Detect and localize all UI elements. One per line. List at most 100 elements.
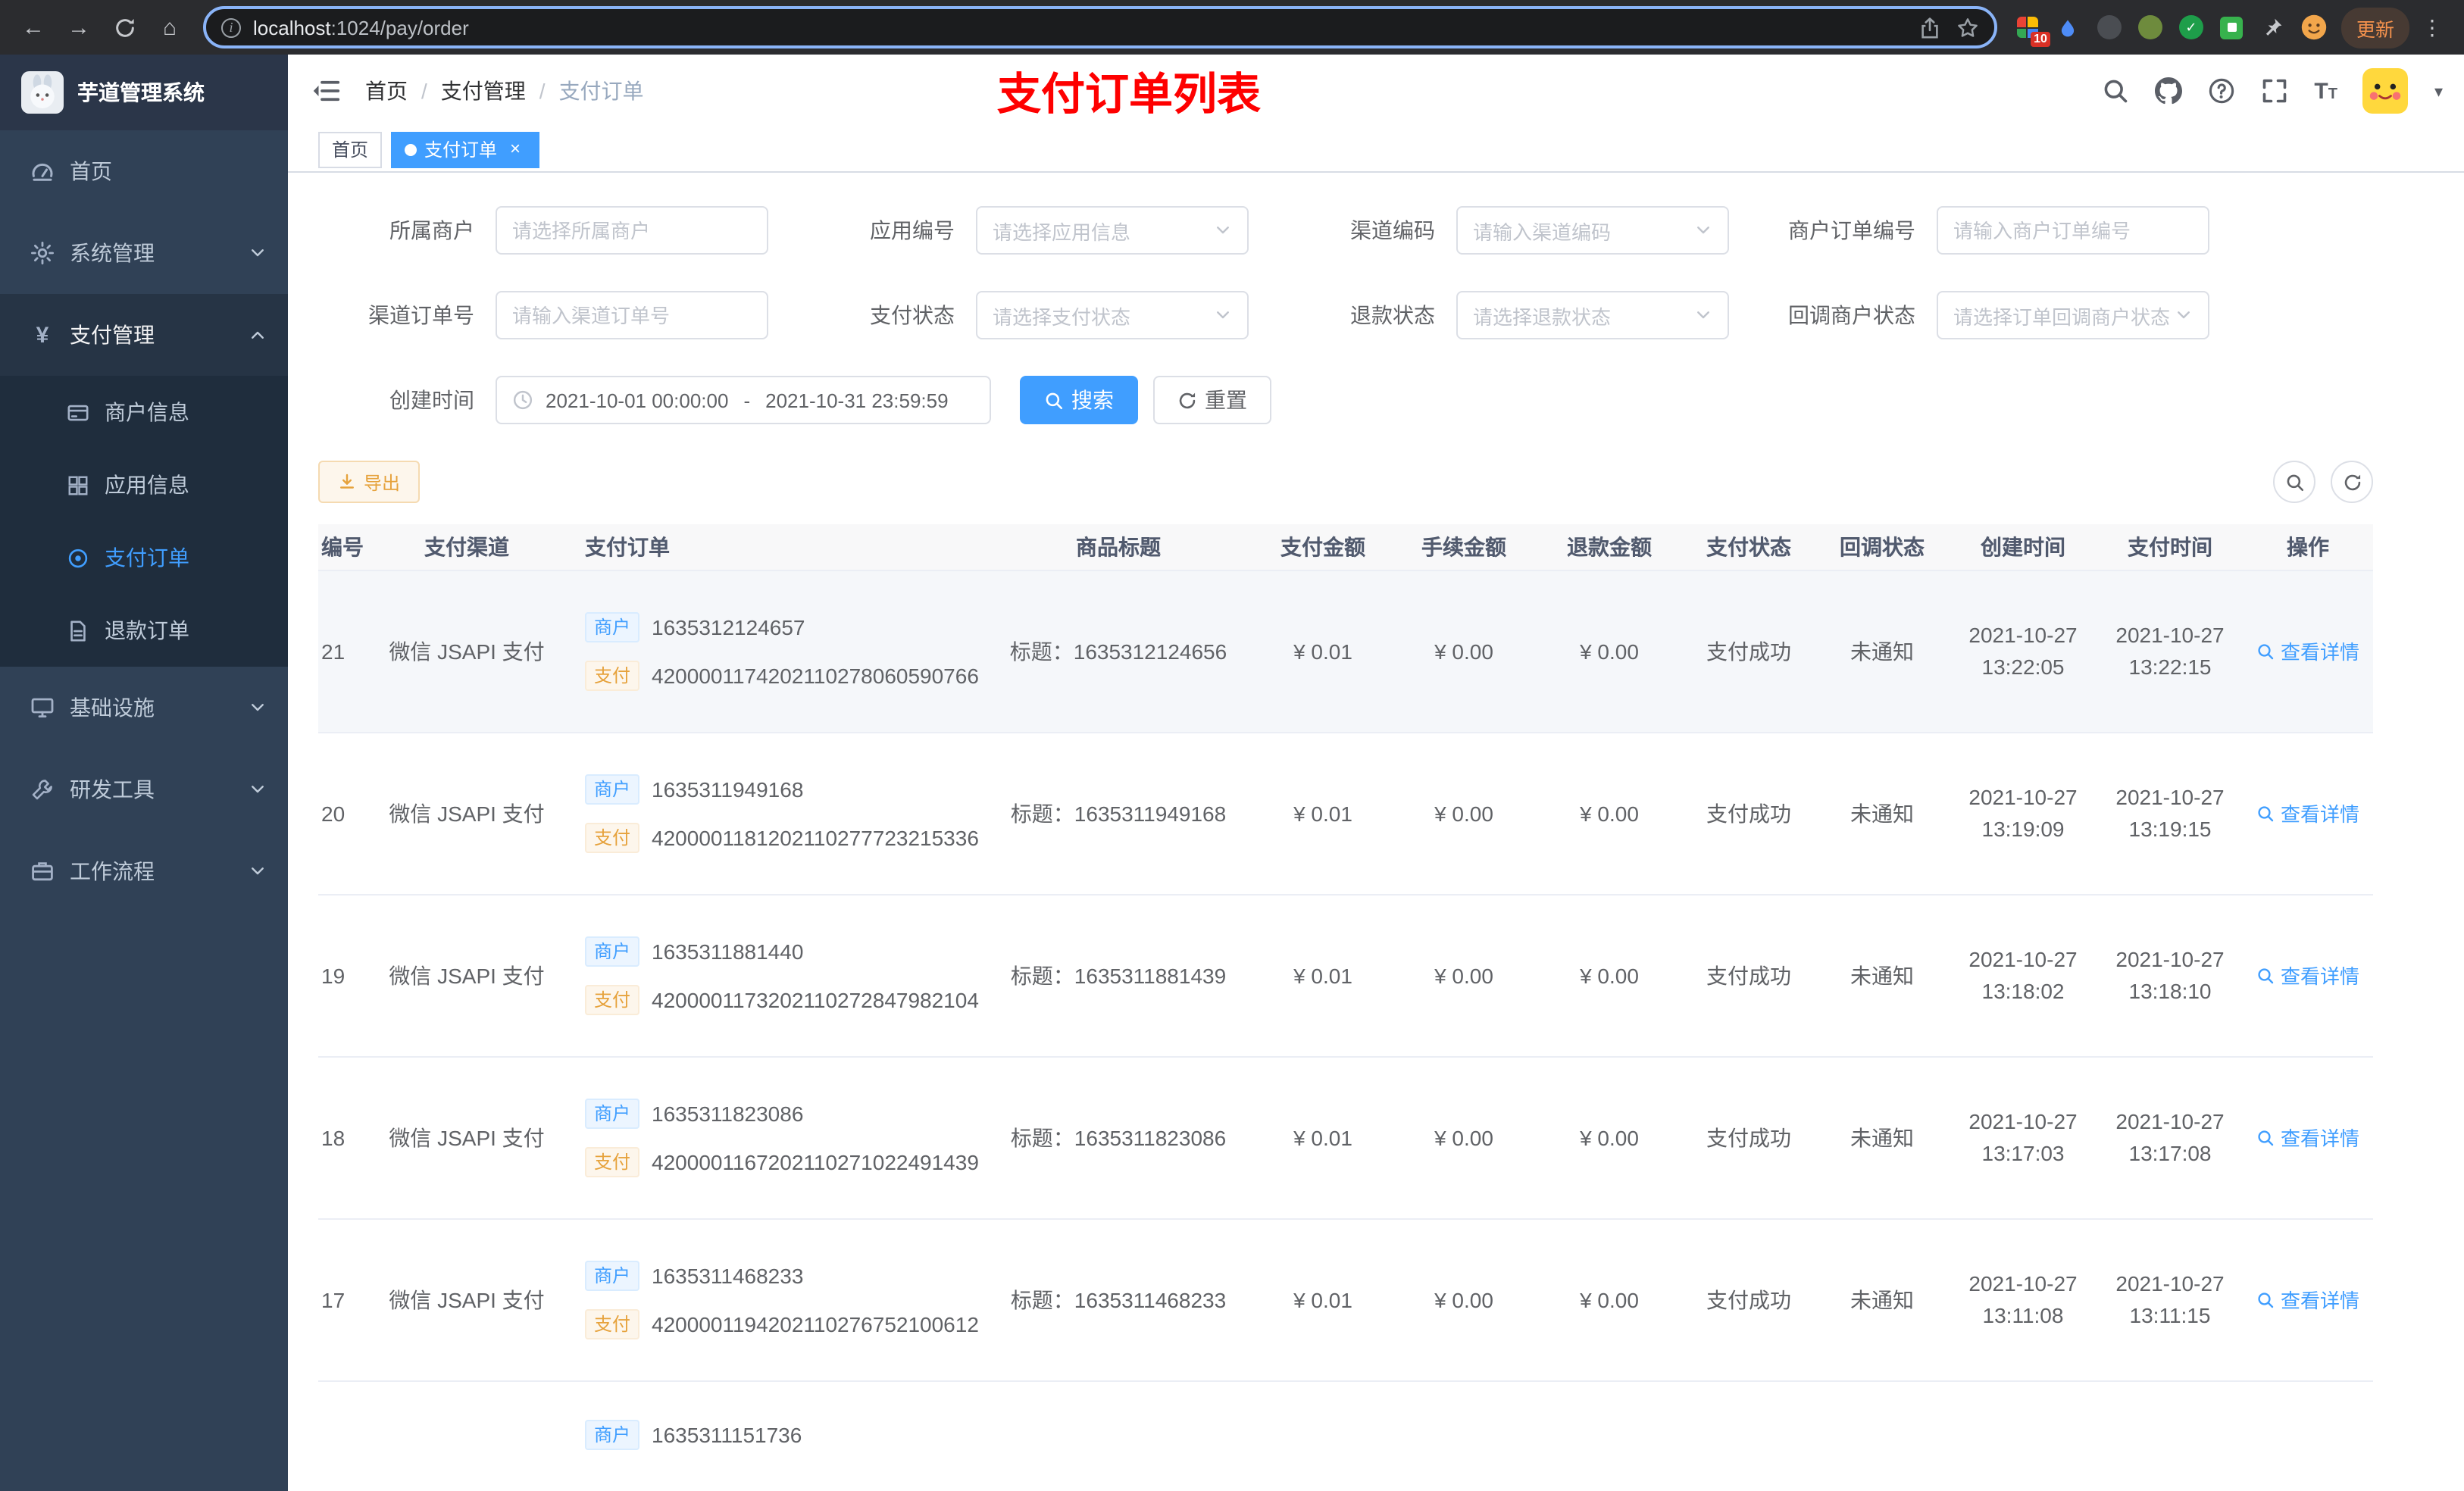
- wrench-icon: [30, 777, 55, 802]
- site-info-icon[interactable]: i: [221, 17, 241, 37]
- view-detail-link[interactable]: 查看详情: [2256, 1285, 2359, 1314]
- view-detail-link[interactable]: 查看详情: [2256, 636, 2359, 665]
- cell-pay-time: 2021-10-27 13:22:15: [2097, 570, 2243, 733]
- extension-badge: 10: [2031, 32, 2050, 47]
- avatar-dropdown-caret[interactable]: ▾: [2434, 81, 2443, 101]
- table-row: 19 微信 JSAPI 支付 商户 1635311881440 支付 4200001…: [318, 894, 2373, 1057]
- extension-green-check-icon[interactable]: ✓: [2176, 12, 2206, 42]
- top-navbar: 首页 / 支付管理 / 支付订单 支付订单列表 TT ▾: [288, 55, 2464, 127]
- sidebar-subitem-pay-order[interactable]: 支付订单: [0, 521, 288, 594]
- tab-label: 支付订单: [424, 139, 498, 161]
- user-avatar[interactable]: [2362, 68, 2409, 114]
- col-action: 操作: [2243, 524, 2373, 570]
- merchant-tag: 商户: [585, 936, 640, 966]
- sidebar-item-infrastructure[interactable]: 基础设施: [0, 667, 288, 749]
- channel-order-no-input[interactable]: [496, 291, 768, 339]
- cell-pay-order: 商户 1635311881440 支付 4200001173202110272847…: [570, 894, 982, 1057]
- orders-table: 编号 支付渠道 支付订单 商品标题 支付金额 手续金额 退款金额 支付状态 回调…: [318, 524, 2373, 1491]
- cell-id: 20: [318, 732, 364, 895]
- sidebar-subitem-refund-order[interactable]: 退款订单: [0, 594, 288, 667]
- cell-amount: ¥ 0.01: [1255, 1218, 1391, 1381]
- chevron-down-icon: [249, 244, 267, 262]
- notify-status-select[interactable]: 请选择订单回调商户状态: [1937, 291, 2209, 339]
- sidebar-subitem-merchant-info[interactable]: 商户信息: [0, 376, 288, 449]
- refresh-table-button[interactable]: [2331, 461, 2373, 503]
- search-icon[interactable]: [2102, 77, 2129, 105]
- github-icon[interactable]: [2155, 77, 2182, 105]
- pay-order-no: 4200001174202110278060590766: [652, 663, 979, 687]
- export-button[interactable]: 导出: [318, 461, 421, 503]
- tab-home[interactable]: 首页: [318, 131, 383, 167]
- help-icon[interactable]: [2208, 77, 2235, 105]
- pay-order-no: 4200001173202110272847982104: [652, 987, 979, 1011]
- browser-back-button[interactable]: ←: [12, 6, 55, 48]
- font-size-icon[interactable]: TT: [2314, 80, 2337, 102]
- tab-pay-order[interactable]: 支付订单: [391, 131, 540, 167]
- cell-action: 查看详情: [2243, 1218, 2373, 1381]
- pay-status-select[interactable]: 请选择支付状态: [976, 291, 1249, 339]
- chevron-down-icon: [249, 862, 267, 880]
- view-detail-link[interactable]: 查看详情: [2256, 799, 2359, 827]
- refund-status-select[interactable]: 请选择退款状态: [1456, 291, 1729, 339]
- browser-update-button[interactable]: 更新: [2340, 7, 2409, 48]
- page-title: 支付订单列表: [997, 71, 1262, 120]
- channel-code-select[interactable]: 请输入渠道编码: [1456, 206, 1729, 255]
- sidebar-item-label: 支付管理: [70, 323, 155, 347]
- reset-button[interactable]: 重置: [1153, 376, 1271, 424]
- cell-channel: 微信 JSAPI 支付: [364, 894, 570, 1057]
- browser-menu-icon[interactable]: ⋮: [2412, 14, 2452, 40]
- close-icon[interactable]: [505, 139, 526, 160]
- tab-label: 首页: [332, 139, 369, 161]
- extension-dark-icon[interactable]: [2094, 12, 2125, 42]
- sidebar-item-dev-tools[interactable]: 研发工具: [0, 749, 288, 830]
- sidebar-item-payment[interactable]: ¥ 支付管理: [0, 294, 288, 376]
- cell-pay-order: 商户 1635311468233 支付 4200001194202110276752…: [570, 1218, 982, 1381]
- document-icon: [67, 619, 89, 642]
- browser-home-button[interactable]: ⌂: [149, 6, 191, 48]
- merchant-input[interactable]: [496, 206, 768, 255]
- sidebar-item-workflow[interactable]: 工作流程: [0, 830, 288, 912]
- sidebar-collapse-icon[interactable]: [311, 76, 341, 106]
- sidebar-item-home[interactable]: 首页: [0, 130, 288, 212]
- cell-amount: ¥ 0.01: [1255, 732, 1391, 895]
- extension-chat-icon[interactable]: [2217, 12, 2247, 42]
- cell-channel: 微信 JSAPI 支付: [364, 732, 570, 895]
- fullscreen-icon[interactable]: [2261, 77, 2288, 105]
- view-detail-link[interactable]: 查看详情: [2256, 1123, 2359, 1152]
- filter-label-create-time: 创建时间: [389, 388, 474, 412]
- extensions-pin-icon[interactable]: [2258, 12, 2288, 42]
- sidebar-subitem-app-info[interactable]: 应用信息: [0, 449, 288, 521]
- merchant-order-no: 1635311823086: [652, 1101, 804, 1125]
- view-detail-link[interactable]: 查看详情: [2256, 961, 2359, 989]
- cell-action: 查看详情: [2243, 1056, 2373, 1219]
- refresh-icon: [1177, 390, 1197, 410]
- address-bar[interactable]: i localhost:1024/pay/order: [203, 6, 1997, 48]
- share-icon[interactable]: [1918, 16, 1941, 39]
- sidebar-item-system[interactable]: 系统管理: [0, 212, 288, 294]
- breadcrumb-home[interactable]: 首页: [365, 76, 408, 106]
- toggle-search-button[interactable]: [2273, 461, 2315, 503]
- browser-forward-button[interactable]: →: [58, 6, 100, 48]
- merchant-order-no: 1635311881440: [652, 939, 804, 963]
- table-row-partial: 商户 1635311151736: [318, 1380, 2373, 1491]
- bookmark-star-icon[interactable]: [1956, 16, 1979, 39]
- col-create-time: 创建时间: [1949, 524, 2097, 570]
- col-notify: 回调状态: [1815, 524, 1949, 570]
- extension-colorful-icon[interactable]: 10: [2012, 12, 2050, 47]
- extension-olive-icon[interactable]: [2135, 12, 2165, 42]
- chevron-down-icon: [1694, 221, 1712, 239]
- cell-status: 支付成功: [1682, 570, 1815, 733]
- cell-notify: 未通知: [1815, 732, 1949, 895]
- browser-profile-avatar[interactable]: [2299, 12, 2329, 42]
- cell-id: 19: [318, 894, 364, 1057]
- create-time-range-picker[interactable]: 2021-10-01 00:00:00 - 2021-10-31 23:59:5…: [496, 376, 991, 424]
- filter-label-app-no: 应用编号: [870, 218, 955, 242]
- app-no-select[interactable]: 请选择应用信息: [976, 206, 1249, 255]
- col-pay-order: 支付订单: [570, 524, 982, 570]
- pay-order-no: 4200001194202110276752100612: [652, 1311, 979, 1336]
- extension-drop-icon[interactable]: [2053, 12, 2084, 42]
- table-row: 20 微信 JSAPI 支付 商户 1635311949168 支付 4200001…: [318, 732, 2373, 895]
- merchant-order-no-input[interactable]: [1937, 206, 2209, 255]
- browser-refresh-button[interactable]: [103, 6, 145, 48]
- search-button[interactable]: 搜索: [1020, 376, 1138, 424]
